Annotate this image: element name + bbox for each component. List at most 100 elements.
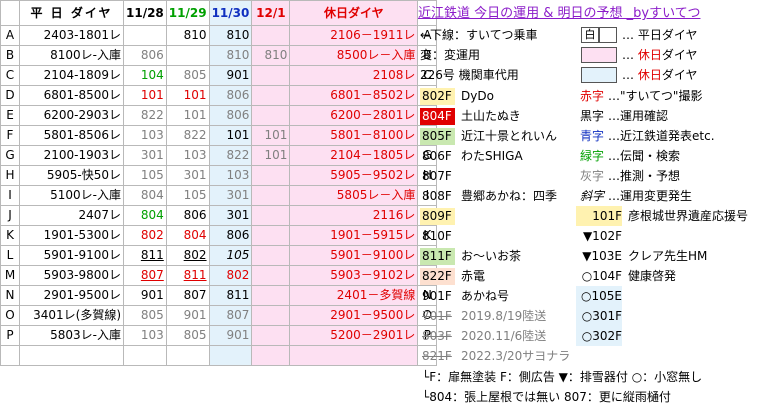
legend-226: 226号 機関車代用 <box>420 68 519 82</box>
car-number: 811F <box>420 248 455 265</box>
car-name: 2020.11/6陸送 <box>461 329 547 343</box>
car-number-2: ▼103E <box>582 249 622 263</box>
holiday-plan: 2116レ <box>289 205 419 226</box>
day-1130: 901 <box>208 325 253 346</box>
color-key-row: 灰字 …推測・予想 <box>580 166 680 186</box>
day-1130: 101 <box>208 125 253 146</box>
holiday-plan: 8500レ－入庫 <box>289 45 419 66</box>
day-1130: 901 <box>208 65 253 86</box>
day-1130: 807 <box>208 305 253 326</box>
day-1129: 805 <box>165 65 210 86</box>
table-row: M5903-9800レ8078118025903－9102レM <box>0 265 438 286</box>
color-key-meaning: …"すいてつ"撮影 <box>608 89 703 103</box>
weekday-plan: 8100レ-入庫 <box>19 45 124 66</box>
row-key: K <box>0 225 20 246</box>
day-1128: 103 <box>123 325 167 346</box>
day-1130: 806 <box>208 85 253 106</box>
row-key: P <box>0 325 20 346</box>
car-number-2: ○301F <box>576 306 622 326</box>
table-row: E6200-2903レ8221018066200－2801レE <box>0 105 438 126</box>
car-row-2: ▼102F <box>576 226 628 246</box>
table-row: B 8100レ-入庫 806 810 810 8500レ－入庫 B <box>0 45 438 66</box>
table-row: O 3401レ(多賀線) 805 901 807 2901－9500レ O <box>0 305 438 326</box>
row-key: I <box>0 185 20 206</box>
color-key-row: 赤字 …"すいてつ"撮影 <box>580 86 702 106</box>
day-1130: 105 <box>208 245 253 266</box>
car-name: 土山たぬき <box>461 109 521 123</box>
row-key: O <box>0 305 20 326</box>
car-name: 2022.3/20サヨナラ <box>461 349 571 363</box>
table-row: K 1901-5300レ 802 804 806 1901－5915レ K <box>0 225 438 246</box>
car-number-2: 101F <box>576 206 622 226</box>
date-header-1130: 11/30 <box>208 0 253 26</box>
row-key: L <box>0 245 20 266</box>
day-1201 <box>251 185 291 206</box>
car-number: 809F <box>420 208 455 225</box>
car-row-2: ○302F <box>576 326 628 346</box>
car-number-2: ▼102F <box>582 229 622 243</box>
row-key: H <box>0 165 20 186</box>
day-1130: 806 <box>208 225 253 246</box>
car-name: わたSHIGA <box>461 149 523 163</box>
weekday-plan-header: 平 日 ダイヤ <box>19 0 124 26</box>
day-1201 <box>251 305 291 326</box>
note-1: └F：扉無塗装 F：側広告 ▼：排雪器付 ○：小窓無し <box>422 370 703 384</box>
day-1130: 301 <box>208 205 253 226</box>
day-1129: 811 <box>165 265 210 286</box>
table-row: D6801-8500レ1011018066801－8502レD <box>0 85 438 106</box>
day-1130: 810 <box>208 25 253 46</box>
car-row: 901F あかね号 <box>420 286 509 306</box>
day-1129: 810 <box>165 25 210 46</box>
table-row: L5901-9100レ8118021055901－9100レL <box>0 245 438 266</box>
day-1130: 822 <box>208 145 253 166</box>
holiday-plan: 2901－9500レ <box>289 305 419 326</box>
day-1129: 807 <box>165 285 210 306</box>
color-key-label: 赤字 <box>580 89 605 103</box>
legend-underline: ←下線：すいてつ乗車 <box>420 28 538 42</box>
row-key: M <box>0 265 20 286</box>
weekday-plan: 2104-1809レ <box>19 65 124 86</box>
color-key-row: 青字 …近江鉄道発表etc. <box>580 126 715 146</box>
color-key-meaning: …伝聞・検索 <box>608 149 681 163</box>
day-1129: 802 <box>165 245 210 266</box>
weekday-plan: 5901-9100レ <box>19 245 124 266</box>
table-footer <box>0 345 20 366</box>
color-key-label: 緑字 <box>580 149 605 163</box>
car-row: 809F <box>420 206 461 226</box>
day-1130: 802 <box>208 265 253 286</box>
day-1128: 105 <box>123 165 167 186</box>
holiday-plan: 6801－8502レ <box>289 85 419 106</box>
color-key-row: 斜字 …運用変更発生 <box>580 186 692 206</box>
car-number: 901F <box>422 289 452 303</box>
date-header-1129: 11/29 <box>165 0 210 26</box>
weekday-plan: 2100-1903レ <box>19 145 124 166</box>
car-number: 701F <box>422 309 452 323</box>
holiday-plan: 2108レ <box>289 65 419 86</box>
color-key-row: 黒字 …運用確認 <box>580 106 668 126</box>
table-row: P 5803レ-入庫 103 805 901 5200－2901レ P <box>0 325 438 346</box>
table-row: I 5100レ-入庫 804 105 301 5805レ－入庫 I <box>0 185 438 206</box>
car-name: DyDo <box>461 89 494 103</box>
car-name-2: クレア先生HM <box>628 249 708 263</box>
box-pink <box>581 47 617 63</box>
holiday-plan: 1901－5915レ <box>289 225 419 246</box>
table-row: N 2901-9500レ 901 807 811 2401－多賀線 N <box>0 285 438 306</box>
car-row-2: 101F 彦根城世界遺産応援号 <box>576 206 748 226</box>
date-header-1128: 11/28 <box>123 0 167 26</box>
row-key: C <box>0 65 20 86</box>
car-number: 802F <box>420 88 455 105</box>
day-1128: 811 <box>123 245 167 266</box>
day-1128: 804 <box>123 185 167 206</box>
day-1201 <box>251 65 291 86</box>
holiday-plan: 5903－9102レ <box>289 265 419 286</box>
car-row: 804F 土山たぬき <box>420 106 521 126</box>
day-1129 <box>165 45 210 66</box>
day-1130: 811 <box>208 285 253 306</box>
day-1201 <box>251 225 291 246</box>
car-number: 822F <box>420 268 455 285</box>
car-row: 807F <box>420 166 461 186</box>
weekday-plan: 5100レ-入庫 <box>19 185 124 206</box>
car-name: 豊郷あかね：四季 <box>461 189 558 203</box>
day-1128: 805 <box>123 305 167 326</box>
color-key-meaning: …推測・予想 <box>608 169 681 183</box>
